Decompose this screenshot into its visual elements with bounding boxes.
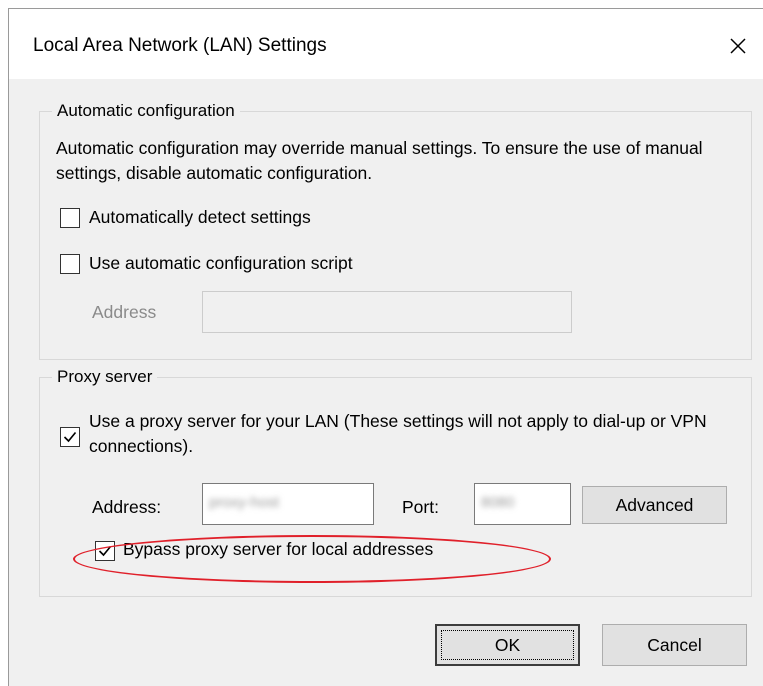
- lan-settings-dialog: Local Area Network (LAN) Settings Automa…: [8, 8, 763, 686]
- proxy-port-field[interactable]: 8080: [474, 483, 571, 525]
- proxy-address-value: proxy-host: [209, 494, 280, 511]
- detect-settings-label[interactable]: Automatically detect settings: [89, 205, 311, 230]
- close-icon: [730, 38, 746, 54]
- bypass-local-checkbox[interactable]: [95, 541, 115, 561]
- auto-config-description: Automatic configuration may override man…: [56, 138, 703, 183]
- use-script-checkbox[interactable]: [60, 254, 80, 274]
- checkmark-icon: [98, 545, 112, 557]
- detect-settings-checkbox[interactable]: [60, 208, 80, 228]
- script-address-field: [202, 291, 572, 333]
- cancel-button-label: Cancel: [647, 634, 702, 655]
- dialog-title: Local Area Network (LAN) Settings: [33, 35, 327, 56]
- proxy-address-label: Address:: [92, 497, 162, 517]
- cancel-button[interactable]: Cancel: [602, 624, 747, 666]
- bypass-local-label[interactable]: Bypass proxy server for local addresses: [123, 537, 433, 562]
- focus-rectangle: [441, 630, 574, 660]
- close-button[interactable]: [721, 31, 755, 61]
- automatic-configuration-legend: Automatic configuration: [52, 100, 240, 122]
- proxy-server-legend: Proxy server: [52, 366, 158, 388]
- checkmark-icon: [63, 431, 77, 443]
- proxy-port-value: 8080: [481, 494, 515, 511]
- proxy-port-label: Port:: [402, 497, 439, 517]
- use-proxy-checkbox[interactable]: [60, 427, 80, 447]
- proxy-address-field[interactable]: proxy-host: [202, 483, 374, 525]
- ok-button[interactable]: OK: [435, 624, 580, 666]
- title-bar: Local Area Network (LAN) Settings: [9, 9, 763, 79]
- use-script-label[interactable]: Use automatic configuration script: [89, 251, 353, 276]
- use-proxy-label[interactable]: Use a proxy server for your LAN (These s…: [89, 409, 739, 459]
- script-address-label: Address: [92, 302, 157, 322]
- advanced-button[interactable]: Advanced: [582, 486, 727, 524]
- advanced-button-label: Advanced: [615, 494, 694, 515]
